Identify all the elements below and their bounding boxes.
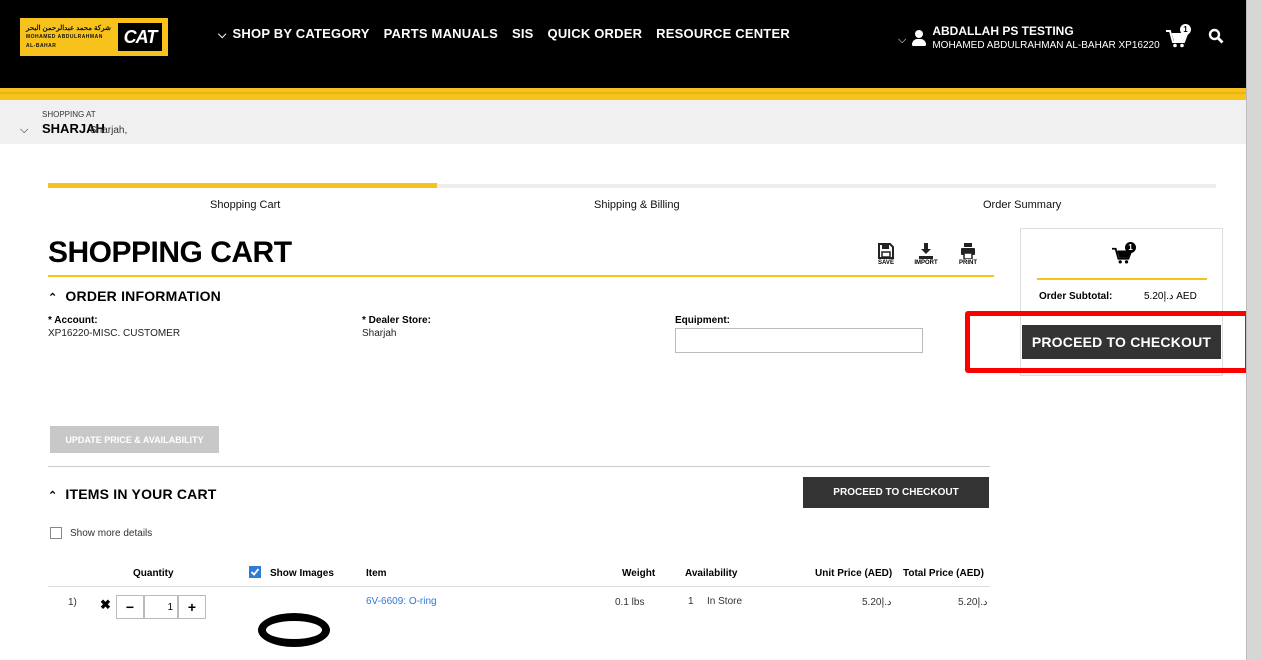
summary-cart[interactable]: 1 (1112, 242, 1136, 270)
print-button[interactable]: PRINT (953, 243, 983, 266)
order-information-heading: ORDER INFORMATION (65, 288, 221, 304)
summary-divider (1037, 278, 1207, 280)
update-price-availability-button[interactable]: UPDATE PRICE & AVAILABILITY (50, 426, 219, 453)
title-underline (48, 275, 994, 277)
highlight-box (965, 311, 1250, 373)
column-availability: Availability (685, 568, 738, 579)
header-accent-strip (0, 88, 1246, 100)
remove-item-icon[interactable]: ✖ (100, 597, 111, 613)
user-account: MOHAMED ABDULRAHMAN AL-BAHAR XP16220 (932, 40, 1160, 51)
summary-cart-badge: 1 (1125, 242, 1136, 253)
page-gutter (1246, 0, 1262, 660)
save-button[interactable]: SAVE (871, 243, 901, 266)
print-label: PRINT (959, 260, 977, 266)
user-icon (912, 30, 927, 46)
logo-arabic: شركة محمد عبدالرحمن البحر (26, 24, 111, 32)
chevron-up-icon: ⌃ (48, 292, 58, 304)
search-icon[interactable] (1208, 28, 1224, 44)
column-item: Item (366, 568, 387, 579)
nav-shop-by-category[interactable]: ⌵ SHOP BY CATEGORY (218, 26, 370, 42)
column-weight: Weight (622, 568, 656, 579)
nav-sis[interactable]: SIS (512, 26, 534, 42)
equipment-field[interactable] (675, 328, 923, 353)
step-order-summary: Order Summary (983, 199, 1062, 211)
download-icon (919, 243, 933, 259)
save-icon (878, 243, 894, 259)
divider (48, 466, 990, 467)
availability-qty: 1 (688, 596, 694, 607)
table-header-divider (48, 586, 990, 587)
availability-status: In Store (707, 596, 743, 607)
item-link[interactable]: 6V-6609: O-ring (366, 596, 437, 607)
store-city: Sharjah, (90, 125, 128, 136)
column-total-price: Total Price (AED) (903, 568, 984, 579)
equipment-label: Equipment: (675, 315, 730, 326)
dealer-store-label: * Dealer Store: (362, 315, 431, 326)
total-price: 5.20د.إ (958, 597, 988, 608)
chevron-down-icon: ⌵ (898, 34, 907, 46)
dealer-store-value: Sharjah (362, 328, 397, 339)
cat-logo: CAT (118, 23, 162, 51)
cart-count-badge: 1 (1180, 24, 1191, 35)
items-in-cart-heading: ITEMS IN YOUR CART (65, 486, 217, 502)
account-label: * Account: (48, 315, 98, 326)
order-information-toggle[interactable]: ⌃ ORDER INFORMATION (48, 288, 221, 304)
page-title: SHOPPING CART (48, 236, 292, 269)
items-in-cart-toggle[interactable]: ⌃ ITEMS IN YOUR CART (48, 486, 217, 502)
print-icon (961, 243, 975, 259)
show-more-details-label: Show more details (70, 528, 153, 539)
user-info: ABDALLAH PS TESTING MOHAMED ABDULRAHMAN … (932, 24, 1159, 53)
order-subtotal-label: Order Subtotal: (1039, 291, 1113, 302)
store-bar: SHOPPING AT ⌵ SHARJAH Sharjah, (0, 100, 1246, 144)
import-label: IMPORT (914, 260, 938, 266)
account-value: XP16220-MISC. CUSTOMER (48, 328, 181, 339)
logo-text: شركة محمد عبدالرحمن البحر MOHAMED ABDULR… (26, 24, 112, 51)
show-more-details-checkbox[interactable] (50, 527, 62, 539)
column-quantity: Quantity (133, 568, 174, 579)
nav-parts-manuals[interactable]: PARTS MANUALS (384, 26, 498, 42)
main-nav: ⌵ SHOP BY CATEGORY PARTS MANUALS SIS QUIC… (218, 26, 790, 42)
user-menu[interactable]: ⌵ ABDALLAH PS TESTING MOHAMED ABDULRAHMA… (898, 24, 1160, 53)
quantity-input[interactable]: 1 (144, 595, 178, 619)
item-image (258, 613, 330, 647)
quantity-decrease-button[interactable]: − (116, 595, 144, 619)
header-cart-button[interactable]: 1 (1166, 24, 1191, 53)
nav-quick-order[interactable]: QUICK ORDER (548, 26, 643, 42)
unit-price: 5.20د.إ (862, 597, 892, 608)
chevron-down-icon[interactable]: ⌵ (20, 124, 28, 137)
checkout-progress-fill (48, 183, 437, 188)
order-subtotal-value: 5.20د.إ AED (1144, 291, 1197, 302)
quantity-increase-button[interactable]: + (178, 595, 206, 619)
top-header: شركة محمد عبدالرحمن البحر MOHAMED ABDULR… (0, 0, 1246, 88)
proceed-to-checkout-button-secondary[interactable]: PROCEED TO CHECKOUT (803, 477, 989, 508)
step-shopping-cart: Shopping Cart (210, 199, 281, 211)
logo-english: MOHAMED ABDULRAHMAN AL-BAHAR (26, 33, 103, 49)
nav-label: SHOP BY CATEGORY (232, 26, 370, 41)
save-label: SAVE (878, 260, 894, 266)
chevron-down-icon: ⌵ (218, 29, 227, 41)
step-shipping-billing: Shipping & Billing (594, 199, 680, 211)
chevron-up-icon: ⌃ (48, 490, 58, 502)
shopping-at-label: SHOPPING AT (42, 110, 96, 119)
row-index: 1) (68, 597, 77, 608)
column-unit-price: Unit Price (AED) (815, 568, 893, 579)
import-button[interactable]: IMPORT (911, 243, 941, 266)
dealer-logo[interactable]: شركة محمد عبدالرحمن البحر MOHAMED ABDULR… (20, 18, 168, 56)
item-weight: 0.1 lbs (615, 597, 645, 608)
nav-resource-center[interactable]: RESOURCE CENTER (656, 26, 790, 42)
checkmark-icon (250, 568, 260, 576)
user-name: ABDALLAH PS TESTING (932, 24, 1074, 38)
show-images-label: Show Images (270, 568, 334, 579)
show-images-checkbox[interactable] (249, 566, 261, 578)
